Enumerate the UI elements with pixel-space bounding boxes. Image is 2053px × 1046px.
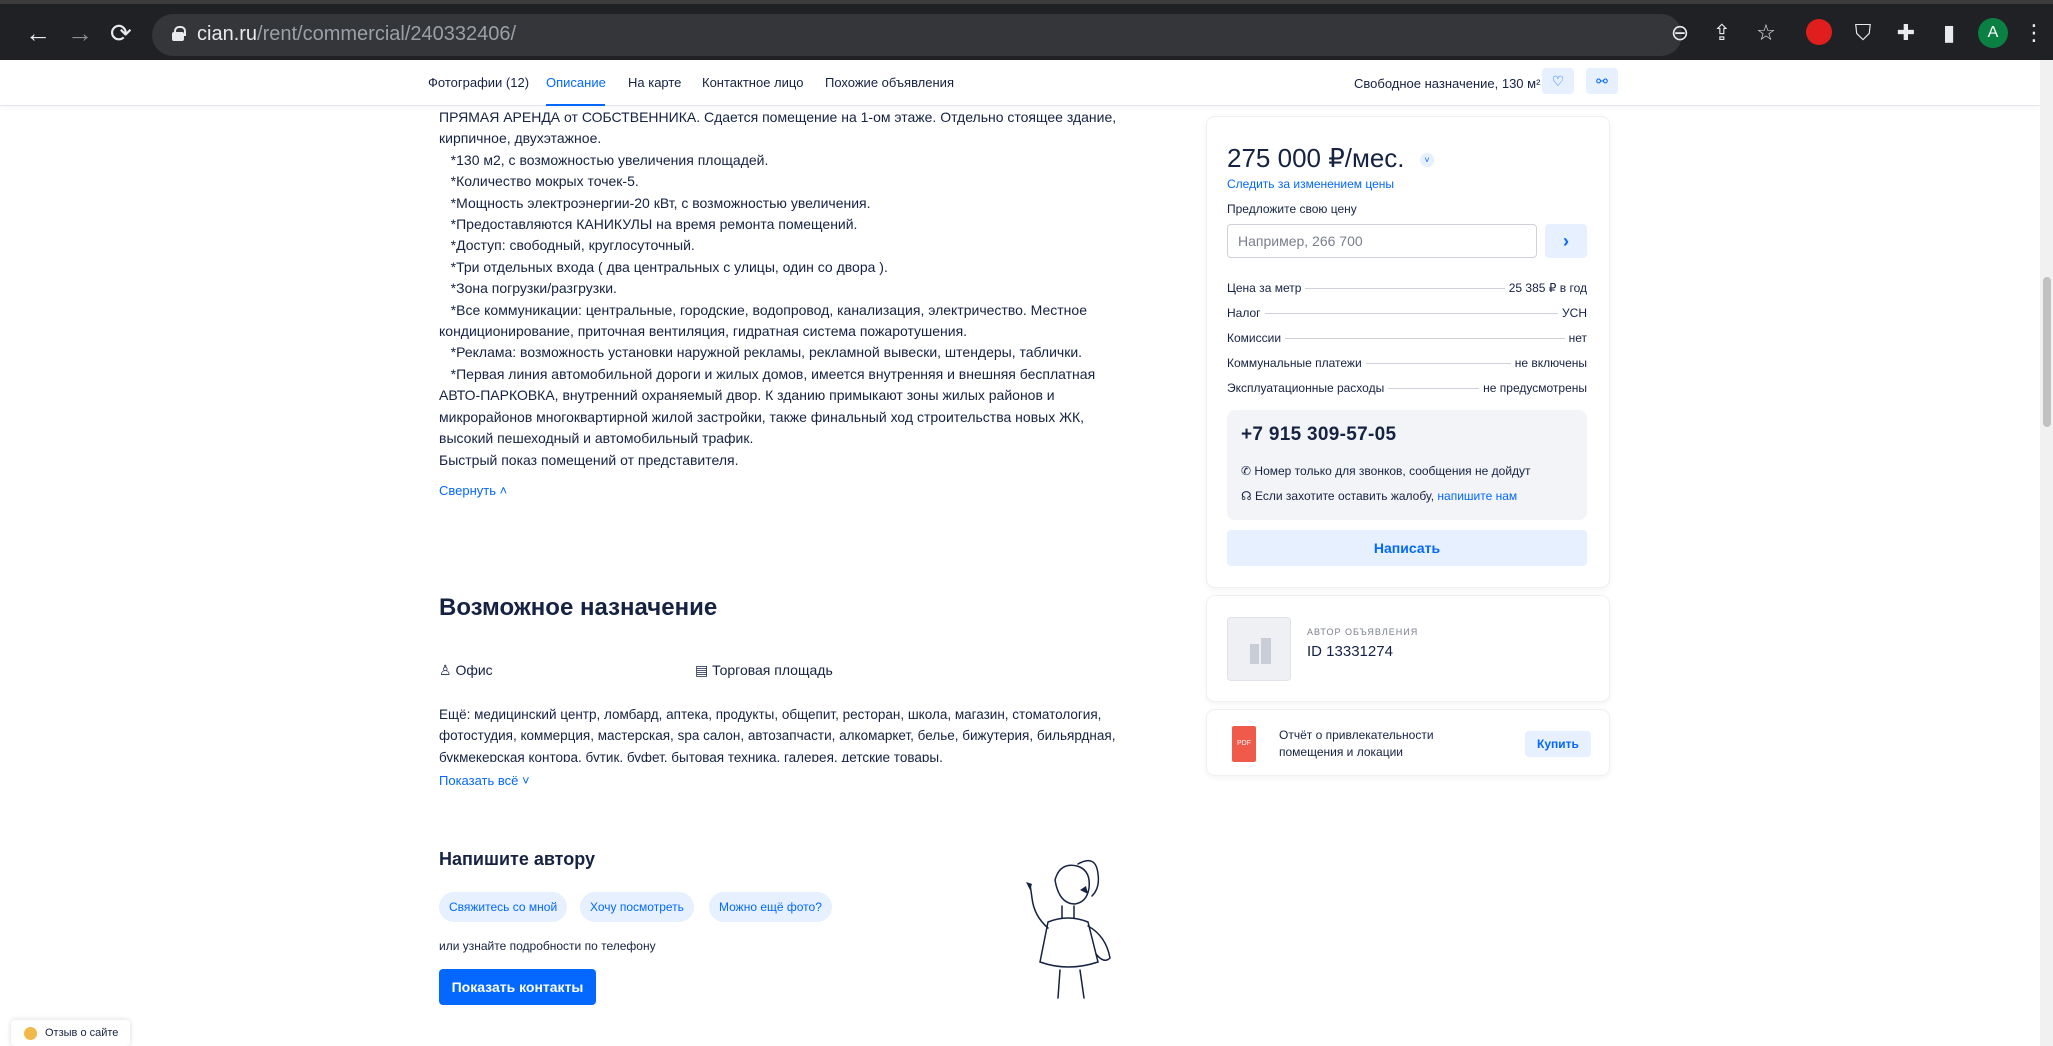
tab-contact[interactable]: Контактное лицо (702, 75, 803, 90)
phone-note-text: Номер только для звонков, сообщения не д… (1254, 464, 1531, 478)
listing-description: ПРЯМАЯ АРЕНДА от СОБСТВЕННИКА. Сдается п… (439, 109, 1117, 468)
chevron-down-icon[interactable]: ˅ (1420, 153, 1434, 167)
menu-kebab-icon[interactable]: ⋮ (2020, 20, 2048, 46)
detail-label: Цена за метр (1227, 281, 1302, 295)
detail-value: не включены (1514, 356, 1587, 370)
offer-label: Предложите свою цену (1227, 202, 1357, 216)
purpose-title: Возможное назначение (439, 594, 718, 621)
detail-value: УСН (1562, 306, 1587, 320)
report-card: PDF Отчёт о привлекательности помещения … (1207, 710, 1609, 775)
chevron-right-icon: › (1563, 231, 1569, 251)
show-all-label: Показать всё (439, 773, 519, 788)
favorite-heart-icon[interactable]: ♡ (1542, 68, 1574, 94)
chevron-down-icon: ˅ (522, 773, 530, 788)
share-listing-icon[interactable]: ⚯ (1586, 68, 1618, 94)
show-all-link[interactable]: Показать всё ˅ (439, 773, 530, 788)
extensions-puzzle-icon[interactable]: ✚ (1892, 20, 1920, 46)
show-contacts-button[interactable]: Показать контакты (439, 969, 596, 1005)
browser-toolbar: ← → ⟳ cian.ru/rent/commercial/240332406/… (0, 0, 2053, 60)
adblock-extension-icon[interactable] (1806, 19, 1832, 45)
girl-phone-illustration (1026, 859, 1111, 999)
url-host: cian.ru (197, 23, 258, 45)
shop-icon: ▤ (695, 662, 709, 678)
detail-row: Налог УСН (1227, 305, 1587, 321)
collapse-label: Свернуть (439, 483, 497, 498)
office-chair-icon: ♙ (439, 662, 452, 678)
phone-icon: ✆ (1241, 464, 1252, 478)
chip-contact-me[interactable]: Свяжитесь со мной (439, 892, 568, 922)
buy-report-button[interactable]: Купить (1525, 731, 1591, 757)
price: 275 000 ₽/мес. (1227, 143, 1405, 173)
url-path: /rent/commercial/240332406/ (257, 23, 517, 45)
scrollbar-track[interactable] (2040, 60, 2053, 1046)
author-avatar[interactable] (1227, 617, 1291, 681)
profile-avatar[interactable]: A (1978, 18, 2008, 48)
tab-map[interactable]: На карте (628, 75, 681, 90)
detail-value: нет (1568, 331, 1587, 345)
purpose-item-office: ♙ Офис (439, 662, 493, 679)
listing-summary: Свободное назначение, 130 м² (1354, 76, 1541, 91)
active-tab-indicator (546, 104, 605, 106)
tab-similar[interactable]: Похожие объявления (825, 75, 954, 90)
tab-description[interactable]: Описание (546, 75, 606, 90)
complaint-note: ☊ Если захотите оставить жалобу, напишит… (1241, 489, 1517, 503)
write-message-button[interactable]: Написать (1227, 530, 1587, 566)
complaint-link[interactable]: напишите нам (1437, 489, 1517, 503)
write-author-title: Напишите автору (439, 849, 596, 869)
bookmark-star-icon[interactable]: ☆ (1752, 20, 1780, 46)
purpose-label: Торговая площадь (712, 662, 833, 678)
offer-price-input[interactable] (1227, 224, 1537, 258)
detail-row: Эксплуатационные расходы не предусмотрены (1227, 380, 1587, 396)
track-price-link[interactable]: Следить за изменением цены (1227, 177, 1394, 191)
building-placeholder-icon (1250, 638, 1271, 664)
lock-icon (172, 26, 186, 41)
chip-want-to-see[interactable]: Хочу посмотреть (580, 892, 694, 922)
listing-tabs-bar: Фотографии (12) Описание На карте Контак… (0, 60, 2040, 106)
address-bar[interactable]: cian.ru/rent/commercial/240332406/ (152, 14, 1682, 56)
phone-box: +7 915 309-57-05 ✆ Номер только для звон… (1227, 410, 1587, 520)
detail-value: не предусмотрены (1483, 381, 1587, 395)
phone-number[interactable]: +7 915 309-57-05 (1241, 424, 1396, 446)
scrollbar-thumb[interactable] (2043, 277, 2051, 427)
forward-arrow-icon[interactable]: → (67, 18, 93, 48)
url-text: cian.ru/rent/commercial/240332406/ (197, 23, 516, 46)
detail-label: Налог (1227, 306, 1261, 320)
share-icon[interactable]: ⇪ (1708, 20, 1736, 46)
detail-row: Комиссии нет (1227, 330, 1587, 346)
pdf-icon: PDF (1232, 726, 1256, 762)
chip-more-photos[interactable]: Можно ещё фото? (709, 892, 832, 922)
phone-hint: или узнайте подробности по телефону (439, 939, 656, 953)
reload-icon[interactable]: ⟳ (110, 18, 132, 48)
detail-label: Коммунальные платежи (1227, 356, 1362, 370)
detail-label: Эксплуатационные расходы (1227, 381, 1385, 395)
report-line: помещения и локации (1279, 745, 1403, 759)
report-line: Отчёт о привлекательности (1279, 728, 1434, 742)
detail-value: 25 385 ₽ в год (1508, 281, 1587, 295)
back-arrow-icon[interactable]: ← (25, 18, 51, 48)
tab-photos[interactable]: Фотографии (12) (428, 75, 529, 90)
author-id[interactable]: ID 13331274 (1307, 643, 1393, 660)
collapse-link[interactable]: Свернуть ˄ (439, 483, 507, 498)
purpose-item-retail: ▤ Торговая площадь (695, 662, 833, 679)
site-feedback-button[interactable]: Отзыв о сайте (11, 1020, 131, 1046)
detail-label: Комиссии (1227, 331, 1282, 345)
zoom-icon[interactable]: ⊖ (1666, 20, 1694, 46)
report-text: Отчёт о привлекательности помещения и ло… (1279, 727, 1434, 761)
purpose-more-text: Ещё: медицинский центр, ломбард, аптека,… (439, 707, 1116, 762)
headset-icon: ☊ (1241, 489, 1252, 503)
price-card: 275 000 ₽/мес. ˅ Следить за изменением ц… (1207, 117, 1609, 587)
offer-submit-button[interactable]: › (1545, 224, 1587, 258)
side-panel-icon[interactable]: ▮ (1935, 20, 1963, 46)
phone-note: ✆ Номер только для звонков, сообщения не… (1241, 464, 1531, 478)
detail-row: Цена за метр 25 385 ₽ в год (1227, 280, 1587, 296)
detail-row: Коммунальные платежи не включены (1227, 355, 1587, 371)
purpose-label: Офис (455, 662, 493, 678)
chevron-up-icon: ˄ (499, 483, 508, 498)
author-label: АВТОР ОБЪЯВЛЕНИЯ (1307, 627, 1419, 637)
author-card: АВТОР ОБЪЯВЛЕНИЯ ID 13331274 (1207, 596, 1609, 701)
shield-extension-icon[interactable]: ⛉ (1849, 20, 1877, 46)
complaint-text: Если захотите оставить жалобу, (1255, 489, 1435, 503)
